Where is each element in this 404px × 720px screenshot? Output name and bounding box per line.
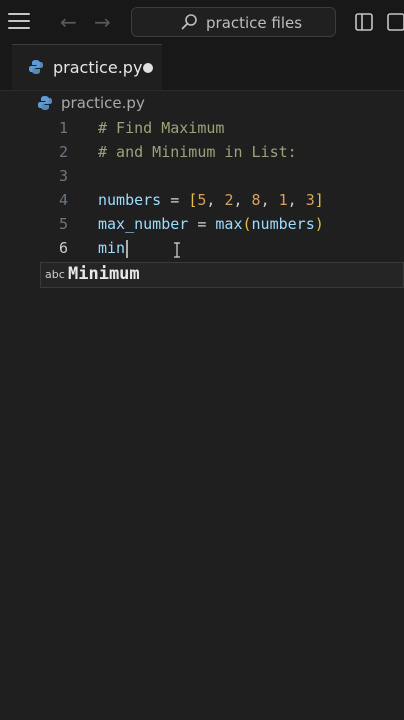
code-text: min <box>98 236 129 260</box>
python-file-icon <box>38 96 52 110</box>
line-number: 3 <box>58 167 68 185</box>
text-kind-icon: abc <box>45 268 65 281</box>
code-line: 2 # and Minimum in List: <box>0 140 404 164</box>
toggle-sidebar-icon[interactable] <box>354 12 374 32</box>
line-number: 1 <box>58 119 68 137</box>
menu-icon[interactable] <box>8 13 30 31</box>
line-number: 5 <box>58 215 68 233</box>
breadcrumb-file[interactable]: practice.py <box>61 94 145 112</box>
code-line: 4 numbers = [5, 2, 8, 1, 3] <box>0 188 404 212</box>
tab-practice-py[interactable]: practice.py <box>12 44 162 90</box>
text-cursor <box>126 239 129 258</box>
line-number: 4 <box>58 191 68 209</box>
code-text: # Find Maximum <box>98 119 225 137</box>
python-file-icon <box>29 60 43 74</box>
command-center-search[interactable]: practice files <box>131 7 336 37</box>
search-icon <box>181 14 197 30</box>
line-number: 6 <box>58 239 68 257</box>
code-line-active: 6 min <box>0 236 404 260</box>
toggle-panel-icon[interactable] <box>386 12 404 32</box>
code-text: max_number = max(numbers) <box>98 215 324 233</box>
autocomplete-suggestion[interactable]: abc Minimum <box>40 262 404 288</box>
code-line: 5 max_number = max(numbers) <box>0 212 404 236</box>
code-text: # and Minimum in List: <box>98 143 297 161</box>
suggestion-label: Minimum <box>68 264 140 284</box>
tab-label: practice.py <box>53 58 143 77</box>
code-text: numbers = [5, 2, 8, 1, 3] <box>98 191 324 209</box>
code-line: 1 # Find Maximum <box>0 116 404 140</box>
tab-bar: practice.py <box>0 44 404 91</box>
code-line: 3 <box>0 164 404 188</box>
search-text: practice files <box>206 14 303 32</box>
typed-text: min <box>98 239 126 257</box>
forward-arrow-icon[interactable]: → <box>94 10 111 34</box>
ibeam-cursor-icon <box>174 242 180 258</box>
line-number: 2 <box>58 143 68 161</box>
unsaved-dot-icon[interactable] <box>143 63 153 73</box>
title-bar: ← → practice files <box>0 0 404 45</box>
back-arrow-icon[interactable]: ← <box>60 10 77 34</box>
